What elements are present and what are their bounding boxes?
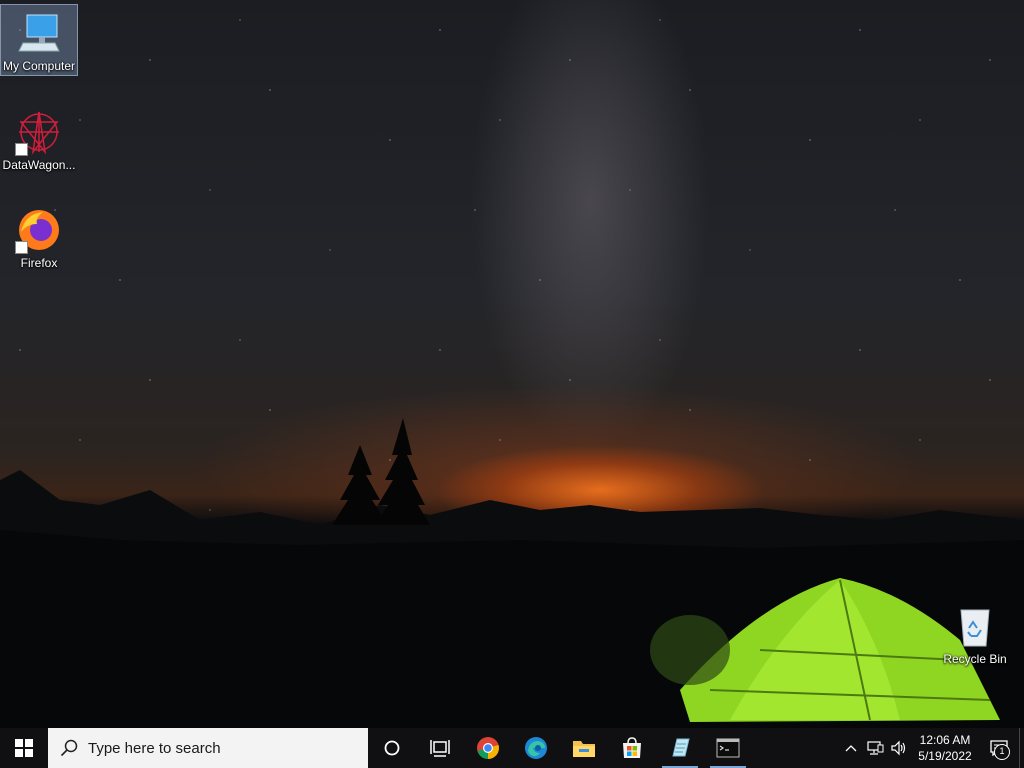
computer-icon — [15, 9, 63, 57]
shortcut-arrow-icon — [15, 143, 28, 156]
taskbar-app-file-explorer[interactable] — [560, 728, 608, 768]
network-button[interactable] — [863, 728, 887, 768]
cortana-icon — [384, 740, 400, 756]
task-view-icon — [430, 740, 450, 757]
chrome-icon — [477, 737, 499, 759]
datawagon-icon — [15, 108, 63, 156]
network-icon — [867, 741, 884, 755]
shortcut-arrow-icon — [15, 241, 28, 254]
clock[interactable]: 12:06 AM 5/19/2022 — [911, 732, 979, 764]
show-hidden-icons-button[interactable] — [839, 728, 863, 768]
cortana-button[interactable] — [368, 728, 416, 768]
desktop-icon-firefox[interactable]: Firefox — [1, 202, 77, 272]
desktop-icon-my-computer[interactable]: My Computer — [0, 4, 78, 76]
notification-count-badge: 1 — [994, 744, 1010, 760]
taskbar-app-chrome[interactable] — [464, 728, 512, 768]
taskbar-app-edge[interactable] — [512, 728, 560, 768]
taskbar: Type here to search 12:06 AM 5/19/2022 1 — [0, 728, 1024, 768]
desktop-icon-label: My Computer — [2, 59, 76, 73]
search-icon — [60, 739, 78, 757]
cmd-icon — [716, 738, 740, 758]
volume-button[interactable] — [887, 728, 911, 768]
search-placeholder: Type here to search — [88, 739, 221, 757]
store-icon — [623, 737, 641, 758]
desktop-icon-recycle-bin[interactable]: Recycle Bin — [937, 598, 1013, 668]
action-center-button[interactable]: 1 — [979, 728, 1019, 768]
file-explorer-icon — [573, 741, 595, 757]
windows-logo-icon — [15, 739, 33, 757]
recycle-bin-icon — [951, 602, 999, 650]
taskbar-search-box[interactable]: Type here to search — [48, 728, 368, 768]
show-desktop-button[interactable] — [1019, 728, 1024, 768]
taskbar-app-store[interactable] — [608, 728, 656, 768]
desktop-wallpaper: My Computer DataWagon... Firefox Recycle… — [0, 0, 1024, 728]
desktop-icon-label: Recycle Bin — [943, 652, 1007, 666]
desktop-icon-label: DataWagon... — [2, 158, 76, 172]
taskbar-app-cmd[interactable] — [704, 728, 752, 768]
start-button[interactable] — [0, 728, 48, 768]
chevron-up-icon — [845, 745, 857, 752]
clock-time: 12:06 AM — [919, 733, 971, 747]
wallpaper-landscape — [0, 418, 1024, 728]
desktop-icon-label: Firefox — [20, 256, 58, 270]
notepad-icon — [672, 738, 690, 757]
system-tray: 12:06 AM 5/19/2022 1 — [839, 728, 1024, 768]
volume-icon — [891, 740, 906, 756]
firefox-icon — [15, 206, 63, 254]
taskbar-app-notepad[interactable] — [656, 728, 704, 768]
task-view-button[interactable] — [416, 728, 464, 768]
edge-icon — [525, 737, 547, 759]
clock-date: 5/19/2022 — [918, 749, 972, 763]
desktop-icon-datawagon[interactable]: DataWagon... — [1, 104, 77, 174]
